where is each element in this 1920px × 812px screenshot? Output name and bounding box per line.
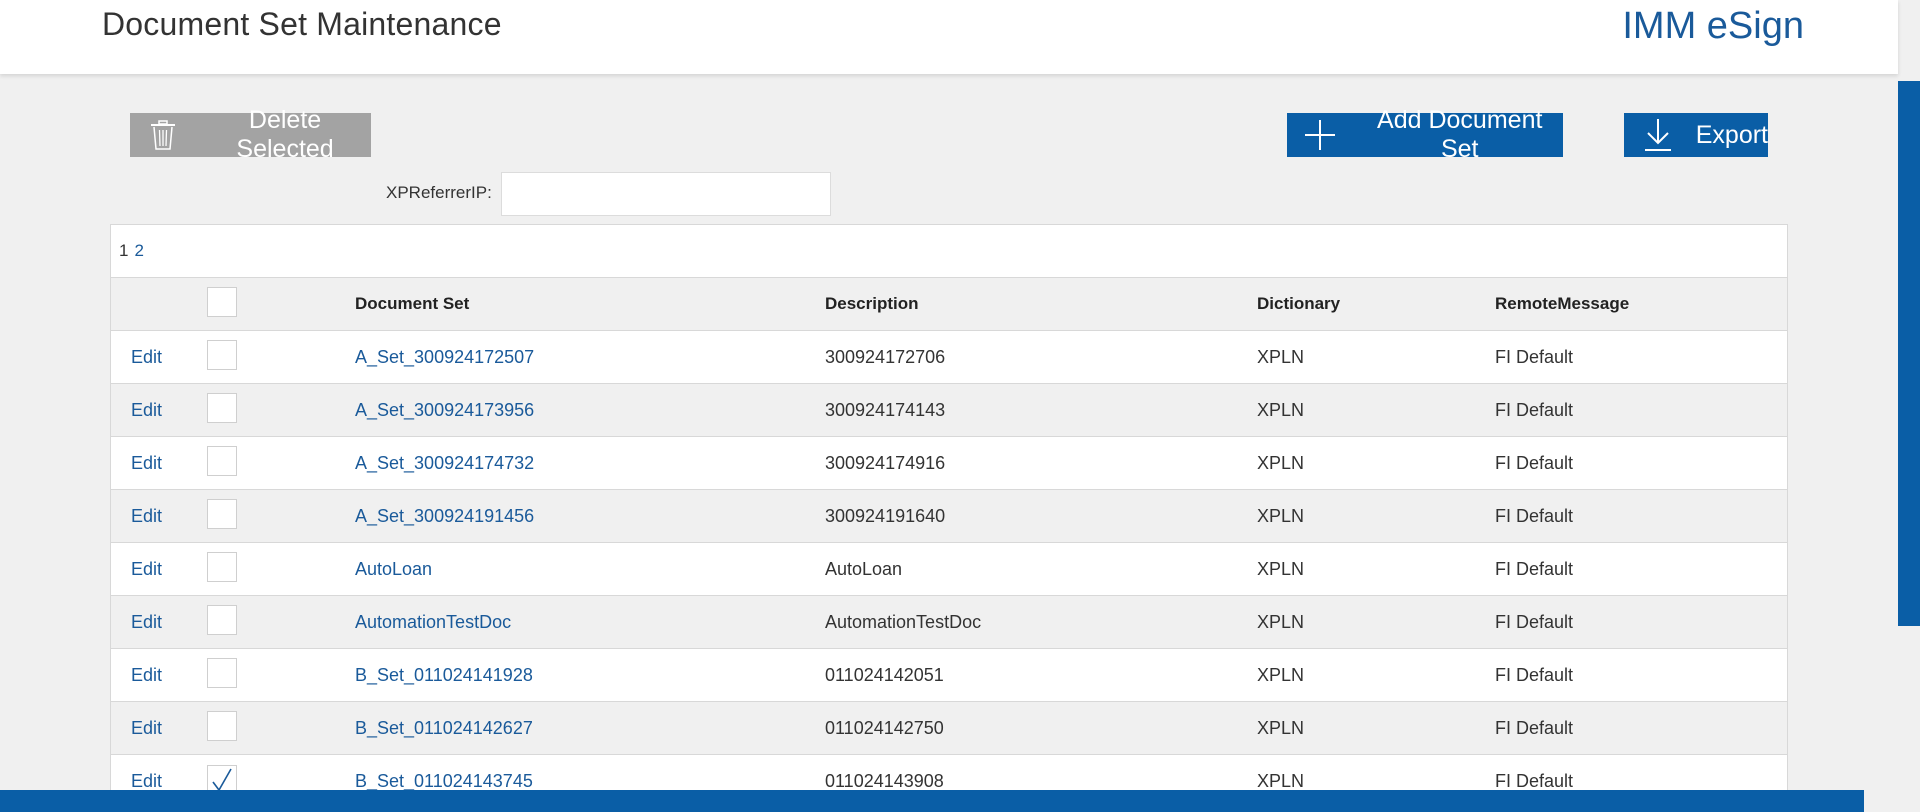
dictionary-cell: XPLN [1257,770,1305,791]
dictionary-cell: XPLN [1257,558,1305,579]
description-cell: 011024142051 [825,664,944,685]
document-set-link[interactable]: A_Set_300924174732 [355,453,534,473]
description-cell: 011024143908 [825,770,944,791]
header-bar: Document Set Maintenance IMM eSign [0,0,1898,74]
column-header-document-set[interactable]: Document Set [355,294,825,314]
select-all-checkbox[interactable] [207,286,237,317]
table-row: Edit B_Set_011024141928 011024142051 XPLN FI… [111,649,1787,702]
row-select-checkbox[interactable] [207,498,237,529]
checkmark-icon [212,768,232,791]
dictionary-cell: XPLN [1257,346,1305,367]
dictionary-cell: XPLN [1257,611,1305,632]
row-select-checkbox[interactable] [207,445,237,476]
description-cell: 011024142750 [825,717,944,738]
footer-bar [0,790,1864,812]
edit-link[interactable]: Edit [131,453,162,473]
edit-link[interactable]: Edit [131,718,162,738]
remote-message-cell: FI Default [1495,346,1574,367]
row-select-checkbox[interactable] [207,392,237,423]
xpreferrerip-label: XPReferrerIP: [386,183,492,202]
row-select-checkbox[interactable] [207,657,237,688]
remote-message-cell: FI Default [1495,558,1574,579]
table-body: Edit A_Set_300924172507 300924172706 XPLN FI… [111,331,1787,808]
row-select-checkbox[interactable] [207,710,237,741]
document-set-link[interactable]: B_Set_011024141928 [355,665,533,685]
description-cell: 300924174916 [825,452,946,473]
pager-current-page: 1 [119,241,129,260]
dictionary-cell: XPLN [1257,717,1305,738]
edit-link[interactable]: Edit [131,612,162,632]
document-set-link[interactable]: A_Set_300924173956 [355,400,534,420]
dictionary-cell: XPLN [1257,505,1305,526]
edit-link[interactable]: Edit [131,506,162,526]
edit-link[interactable]: Edit [131,400,162,420]
scrollbar-thumb[interactable] [1898,81,1920,626]
pager-page-link[interactable]: 2 [134,241,143,261]
dictionary-cell: XPLN [1257,399,1305,420]
table-row: Edit A_Set_300924173956 300924174143 XPLN FI… [111,384,1787,437]
table-row: Edit A_Set_300924174732 300924174916 XPLN FI… [111,437,1787,490]
xpreferrerip-input[interactable] [501,172,831,216]
table-row: Edit AutomationTestDoc AutomationTestDoc XP… [111,596,1787,649]
dictionary-cell: XPLN [1257,452,1305,473]
brand-logo-text: IMM eSign [1622,5,1804,47]
table-header-row: Document Set Description Dictionary Remo… [111,278,1787,331]
document-set-grid: 1 2 Document Set Description Dictionary … [110,224,1788,812]
remote-message-cell: FI Default [1495,611,1574,632]
edit-link[interactable]: Edit [131,665,162,685]
export-button[interactable]: Export [1624,113,1768,157]
delete-selected-button[interactable]: Delete Selected [130,106,371,163]
description-cell: AutoLoan [825,558,903,579]
edit-link[interactable]: Edit [131,771,162,791]
edit-link[interactable]: Edit [131,347,162,367]
column-header-remote-message[interactable]: RemoteMessage [1495,294,1787,314]
document-set-link[interactable]: A_Set_300924172507 [355,347,534,367]
description-cell: 300924174143 [825,399,946,420]
document-set-link[interactable]: AutomationTestDoc [355,612,511,632]
table-row: Edit B_Set_011024142627 011024142750 XPLN FI… [111,702,1787,755]
remote-message-cell: FI Default [1495,505,1574,526]
document-set-link[interactable]: A_Set_300924191456 [355,506,534,526]
add-document-set-button[interactable]: Add Document Set [1287,106,1563,163]
table-row: Edit AutoLoan AutoLoan XPLN FI Default [111,543,1787,596]
delete-selected-label: Delete Selected [236,106,334,163]
edit-link[interactable]: Edit [131,559,162,579]
add-document-set-label: Add Document Set [1377,106,1543,163]
row-select-checkbox[interactable] [207,339,237,370]
trash-icon [146,118,179,152]
table-row: Edit A_Set_300924172507 300924172706 XPLN FI… [111,331,1787,384]
row-select-checkbox[interactable] [207,604,237,635]
row-select-checkbox[interactable] [207,551,237,582]
description-cell: AutomationTestDoc [825,611,982,632]
remote-message-cell: FI Default [1495,664,1574,685]
download-icon [1642,118,1674,152]
remote-message-cell: FI Default [1495,717,1574,738]
remote-message-cell: FI Default [1495,452,1574,473]
pager: 1 2 [111,225,1787,278]
document-set-link[interactable]: B_Set_011024142627 [355,718,533,738]
page-title: Document Set Maintenance [102,6,502,42]
table-row: Edit A_Set_300924191456 300924191640 XPLN FI… [111,490,1787,543]
dictionary-cell: XPLN [1257,664,1305,685]
remote-message-cell: FI Default [1495,399,1574,420]
description-cell: 300924191640 [825,505,946,526]
column-header-description[interactable]: Description [825,294,1257,314]
plus-icon [1303,118,1336,152]
document-set-link[interactable]: AutoLoan [355,559,432,579]
remote-message-cell: FI Default [1495,770,1574,791]
description-cell: 300924172706 [825,346,946,367]
document-set-link[interactable]: B_Set_011024143745 [355,771,533,791]
export-label: Export [1695,120,1768,149]
column-header-dictionary[interactable]: Dictionary [1257,294,1495,314]
